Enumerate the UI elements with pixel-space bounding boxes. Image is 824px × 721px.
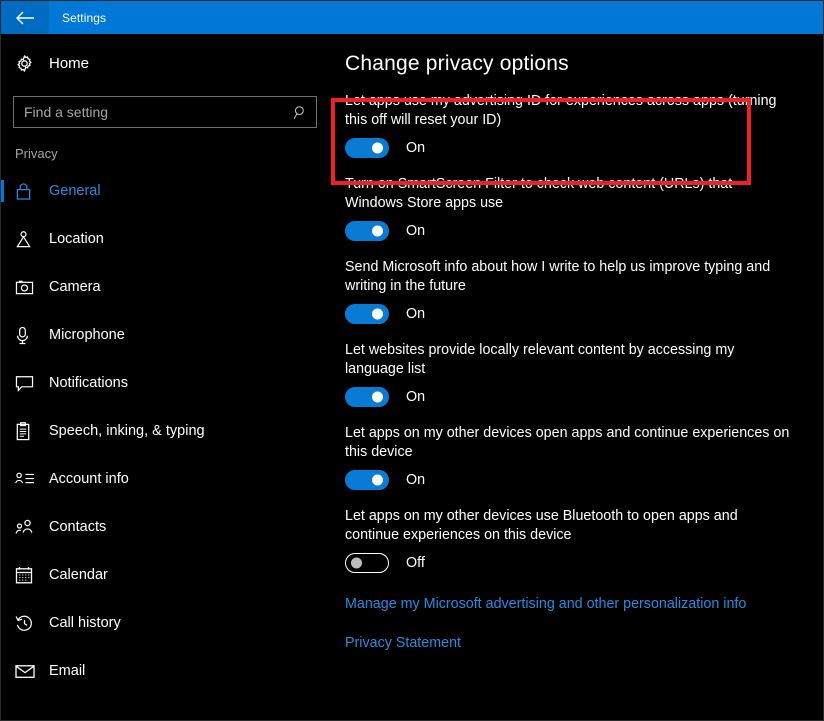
toggle-language-list[interactable]: On [345,387,425,407]
search-icon[interactable] [291,105,309,120]
toggle-knob [372,391,383,403]
calendar-icon [15,564,45,586]
sidebar-item-label: Contacts [49,519,107,535]
title-bar: Settings [1,1,823,34]
toggle-state-label: On [406,389,426,405]
toggle-state-label: On [406,140,426,156]
sidebar-item-email[interactable]: Email [1,647,331,695]
selection-indicator [1,324,4,346]
contacts-icon [15,516,45,538]
setting-description: Let websites provide locally relevant co… [345,342,735,377]
sidebar-item-home[interactable]: Home [1,44,331,82]
toggle-switch[interactable] [345,304,389,324]
clipboard-icon [15,420,45,442]
lock-icon [15,180,45,202]
sidebar: Home Privacy General [1,34,331,720]
toggle-state-label: Off [406,555,425,571]
toggle-smartscreen-filter[interactable]: On [345,221,425,241]
search-box[interactable] [13,96,317,128]
toggle-state-label: On [406,472,426,488]
camera-icon [15,276,45,298]
links-section: Manage my Microsoft advertising and othe… [345,595,823,652]
speech-bubble-icon [15,372,45,394]
setting-cross-device-apps: Let apps on my other devices open apps a… [345,424,823,490]
toggle-knob [351,557,362,569]
setting-language-list: Let websites provide locally relevant co… [345,341,823,407]
sidebar-section-label: Privacy [15,146,58,161]
back-arrow-icon [16,11,34,24]
selection-indicator [1,180,4,202]
toggle-knob [372,308,383,320]
toggle-knob [372,474,383,486]
sidebar-item-notifications[interactable]: Notifications [1,359,331,407]
toggle-switch[interactable] [345,387,389,407]
sidebar-item-label: Microphone [49,327,125,343]
toggle-bluetooth-cross-device[interactable]: Off [345,553,425,573]
sidebar-home-label: Home [49,54,90,72]
sidebar-item-label: Speech, inking, & typing [49,423,205,439]
toggle-switch[interactable] [345,470,389,490]
setting-typing-info: Send Microsoft info about how I write to… [345,258,823,324]
setting-description: Let apps on my other devices open apps a… [345,425,790,460]
back-button[interactable] [1,1,49,34]
toggle-advertising-id[interactable]: On [345,138,425,158]
toggle-state-label: On [406,223,426,239]
selection-indicator [1,228,4,250]
sidebar-item-label: Location [49,231,104,247]
sidebar-item-camera[interactable]: Camera [1,263,331,311]
sidebar-item-label: General [49,183,101,199]
setting-description: Turn on SmartScreen Filter to check web … [345,176,733,211]
sidebar-item-contacts[interactable]: Contacts [1,503,331,551]
toggle-knob [372,142,383,154]
window-title: Settings [62,10,107,25]
selection-indicator [1,276,4,298]
sidebar-item-label: Call history [49,615,121,631]
sidebar-item-account-info[interactable]: Account info [1,455,331,503]
sidebar-item-general[interactable]: General [1,167,331,215]
toggle-switch[interactable] [345,553,389,573]
sidebar-item-label: Camera [49,279,101,295]
selection-indicator [1,612,4,634]
microphone-icon [15,324,45,346]
sidebar-nav-list: General Location Camera Microphone Notif… [1,167,331,695]
toggle-typing-info[interactable]: On [345,304,425,324]
search-input[interactable] [24,104,291,120]
sidebar-item-call-history[interactable]: Call history [1,599,331,647]
toggle-state-label: On [406,306,426,322]
link-manage-advertising[interactable]: Manage my Microsoft advertising and othe… [345,596,746,612]
sidebar-item-calendar[interactable]: Calendar [1,551,331,599]
main-content: Change privacy options Let apps use my a… [331,34,823,720]
selection-indicator [1,372,4,394]
setting-description: Send Microsoft info about how I write to… [345,259,771,294]
sidebar-item-location[interactable]: Location [1,215,331,263]
sidebar-item-label: Calendar [49,567,108,583]
gear-icon [15,54,45,73]
toggle-switch[interactable] [345,221,389,241]
link-privacy-statement[interactable]: Privacy Statement [345,635,461,651]
selection-indicator [1,564,4,586]
setting-advertising-id: Let apps use my advertising ID for exper… [345,92,823,158]
selection-indicator [1,660,4,682]
selection-indicator [1,516,4,538]
toggle-cross-device-apps[interactable]: On [345,470,425,490]
setting-smartscreen-filter: Turn on SmartScreen Filter to check web … [345,175,823,241]
sidebar-item-microphone[interactable]: Microphone [1,311,331,359]
setting-description: Let apps use my advertising ID for exper… [345,93,777,128]
call-history-icon [15,612,45,634]
selection-indicator [1,420,4,442]
selection-indicator [1,468,4,490]
location-pin-icon [15,228,45,250]
setting-description: Let apps on my other devices use Bluetoo… [345,508,738,543]
page-title: Change privacy options [345,52,569,75]
sidebar-item-label: Notifications [49,375,128,391]
sidebar-item-speech-inking-typing[interactable]: Speech, inking, & typing [1,407,331,455]
toggle-switch[interactable] [345,138,389,158]
sidebar-item-label: Email [49,663,86,679]
account-list-icon [15,468,45,490]
setting-bluetooth-cross-device: Let apps on my other devices use Bluetoo… [345,507,823,573]
settings-window: Settings Home Privacy [0,0,824,721]
envelope-icon [15,660,45,682]
sidebar-item-label: Account info [49,471,129,487]
toggle-knob [372,225,383,237]
